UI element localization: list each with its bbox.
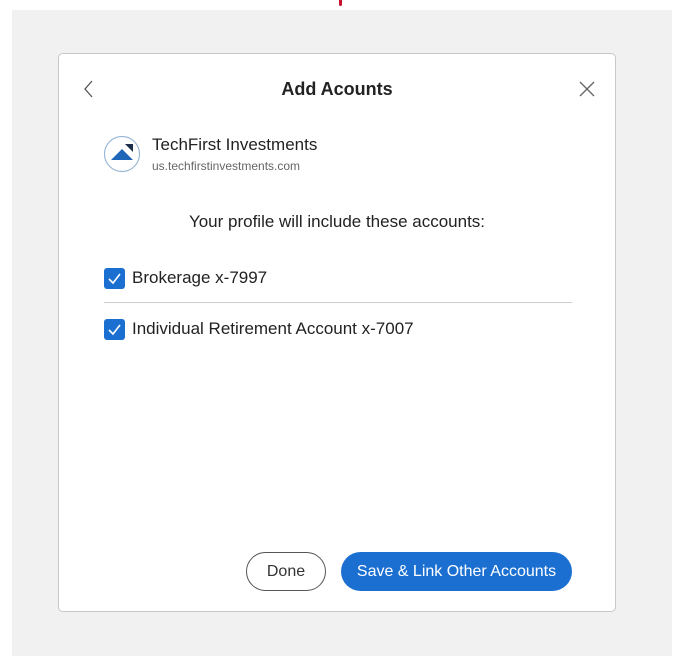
top-indicator: [339, 0, 342, 6]
account-label: Brokerage x-7997: [132, 268, 268, 287]
account-label: Individual Retirement Account x-7007: [132, 319, 414, 338]
checkmark-icon: [108, 273, 121, 284]
checkmark-icon: [108, 324, 121, 335]
account-item-ira[interactable]: Individual Retirement Account x-7007: [104, 303, 572, 355]
account-checkbox[interactable]: [104, 267, 125, 289]
profile-note: Your profile will include these accounts…: [188, 212, 486, 231]
done-button[interactable]: Done: [246, 552, 326, 591]
institution-name: TechFirst Investments: [152, 134, 318, 154]
institution-info: TechFirst Investments us.techfirstinvest…: [103, 133, 317, 175]
save-link-accounts-button[interactable]: Save & Link Other Accounts: [341, 552, 572, 591]
close-button[interactable]: [577, 79, 597, 99]
techfirst-logo-icon: [103, 135, 141, 173]
close-icon: [579, 81, 595, 97]
account-item-brokerage[interactable]: Brokerage x-7997: [104, 254, 572, 303]
account-list: Brokerage x-7997 Individual Retirement A…: [104, 254, 572, 355]
account-checkbox[interactable]: [104, 318, 125, 340]
institution-url: us.techfirstinvestments.com: [152, 158, 301, 173]
add-accounts-dialog: Add Acounts TechFirst Investments us.tec…: [58, 53, 616, 612]
dialog-title: Add Acounts: [281, 79, 393, 99]
